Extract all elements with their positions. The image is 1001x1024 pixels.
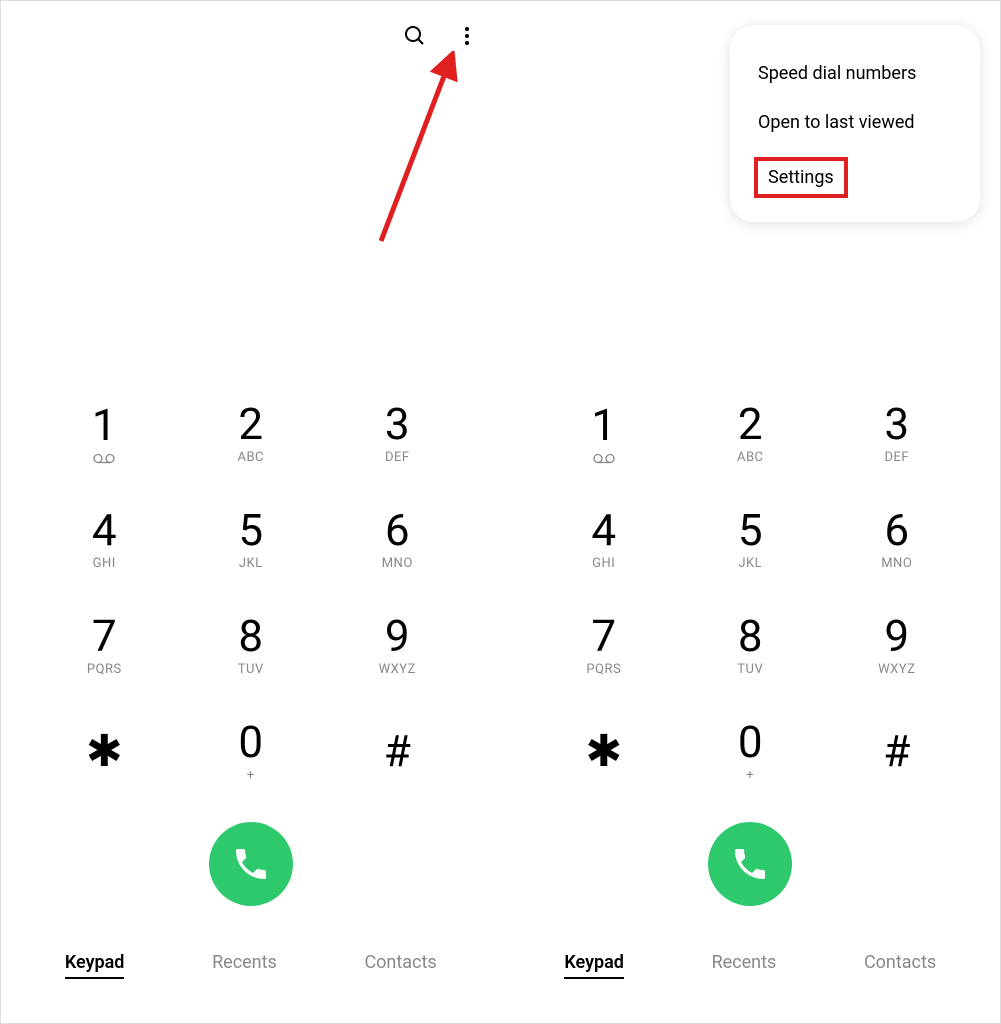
- key-letters: GHI: [93, 556, 116, 571]
- key-letters: JKL: [738, 556, 762, 571]
- key-digit: 2: [238, 402, 263, 446]
- key-0[interactable]: 0 +: [178, 710, 325, 792]
- key-letters: ABC: [737, 450, 764, 465]
- key-9[interactable]: 9 WXYZ: [324, 604, 471, 686]
- key-digit: 8: [738, 614, 763, 658]
- key-letters: MNO: [881, 556, 912, 571]
- key-digit: ✱: [585, 729, 622, 773]
- key-letters: +: [746, 768, 754, 783]
- highlight-annotation: Settings: [754, 157, 848, 198]
- key-digit: 9: [884, 614, 909, 658]
- key-digit: 9: [385, 614, 410, 658]
- key-0[interactable]: 0 +: [677, 710, 824, 792]
- key-digit: 0: [238, 720, 263, 764]
- key-letters: ABC: [237, 450, 264, 465]
- key-letters: +: [247, 768, 255, 783]
- key-4[interactable]: 4 GHI: [31, 498, 178, 580]
- nav-recents[interactable]: Recents: [712, 952, 777, 979]
- menu-speed-dial[interactable]: Speed dial numbers: [730, 49, 980, 98]
- bottom-nav: Keypad Recents Contacts: [501, 936, 1001, 1003]
- key-digit: #: [384, 729, 411, 773]
- key-digit: 7: [591, 614, 616, 658]
- key-7[interactable]: 7 PQRS: [531, 604, 678, 686]
- call-button[interactable]: [708, 822, 792, 906]
- key-letters: DEF: [385, 450, 410, 465]
- more-vertical-icon: [455, 24, 479, 48]
- overflow-menu: Speed dial numbers Open to last viewed S…: [730, 25, 980, 222]
- key-letters: PQRS: [87, 662, 122, 677]
- key-digit: 3: [884, 402, 909, 446]
- key-letters: TUV: [238, 662, 264, 677]
- key-1[interactable]: 1: [31, 392, 178, 474]
- key-digit: 5: [738, 508, 763, 552]
- content-area: 1 2 ABC 3 DEF 4 GHI 5 JKL: [1, 71, 501, 1023]
- key-4[interactable]: 4 GHI: [531, 498, 678, 580]
- dialer-keypad: 1 2 ABC 3 DEF 4 GHI 5 JKL: [1, 392, 501, 792]
- key-digit: 3: [385, 402, 410, 446]
- key-digit: 7: [92, 614, 117, 658]
- key-2[interactable]: 2 ABC: [677, 392, 824, 474]
- key-8[interactable]: 8 TUV: [677, 604, 824, 686]
- key-1[interactable]: 1: [531, 392, 678, 474]
- key-3[interactable]: 3 DEF: [324, 392, 471, 474]
- key-2[interactable]: 2 ABC: [178, 392, 325, 474]
- key-letters: MNO: [382, 556, 413, 571]
- key-hash[interactable]: #: [324, 710, 471, 792]
- voicemail-icon: [93, 453, 115, 464]
- key-letters: TUV: [737, 662, 763, 677]
- phone-screen-left: 1 2 ABC 3 DEF 4 GHI 5 JKL: [1, 1, 501, 1023]
- key-letters: GHI: [592, 556, 615, 571]
- nav-contacts[interactable]: Contacts: [364, 952, 436, 979]
- key-digit: 5: [238, 508, 263, 552]
- key-letters: JKL: [239, 556, 263, 571]
- key-digit: 2: [738, 402, 763, 446]
- key-star[interactable]: ✱: [31, 710, 178, 792]
- key-6[interactable]: 6 MNO: [324, 498, 471, 580]
- key-letters: DEF: [884, 450, 909, 465]
- nav-keypad[interactable]: Keypad: [65, 952, 125, 979]
- bottom-nav: Keypad Recents Contacts: [1, 936, 501, 1003]
- more-options-button[interactable]: [453, 22, 481, 50]
- key-digit: 8: [238, 614, 263, 658]
- key-digit: ✱: [86, 729, 123, 773]
- key-letters: WXYZ: [379, 662, 416, 677]
- nav-keypad[interactable]: Keypad: [564, 952, 624, 979]
- menu-open-last-viewed[interactable]: Open to last viewed: [730, 98, 980, 147]
- phone-icon: [231, 844, 271, 884]
- key-3[interactable]: 3 DEF: [824, 392, 971, 474]
- key-letters: WXYZ: [878, 662, 915, 677]
- key-5[interactable]: 5 JKL: [178, 498, 325, 580]
- search-icon: [403, 24, 427, 48]
- key-letters: PQRS: [586, 662, 621, 677]
- key-9[interactable]: 9 WXYZ: [824, 604, 971, 686]
- search-button[interactable]: [401, 22, 429, 50]
- key-6[interactable]: 6 MNO: [824, 498, 971, 580]
- call-button[interactable]: [209, 822, 293, 906]
- key-digit: 1: [591, 403, 616, 447]
- call-button-wrap: [501, 822, 1001, 906]
- key-star[interactable]: ✱: [531, 710, 678, 792]
- key-5[interactable]: 5 JKL: [677, 498, 824, 580]
- phone-screen-right: Speed dial numbers Open to last viewed S…: [501, 1, 1001, 1023]
- nav-contacts[interactable]: Contacts: [864, 952, 936, 979]
- key-digit: 0: [738, 720, 763, 764]
- dialer-keypad: 1 2 ABC 3 DEF 4 GHI 5 JKL: [501, 392, 1001, 792]
- call-button-wrap: [1, 822, 501, 906]
- menu-settings[interactable]: Settings: [768, 167, 834, 188]
- key-7[interactable]: 7 PQRS: [31, 604, 178, 686]
- voicemail-icon: [593, 453, 615, 464]
- nav-recents[interactable]: Recents: [212, 952, 277, 979]
- key-digit: 6: [385, 508, 410, 552]
- key-hash[interactable]: #: [824, 710, 971, 792]
- phone-icon: [730, 844, 770, 884]
- key-digit: 1: [92, 403, 117, 447]
- key-digit: 6: [884, 508, 909, 552]
- key-digit: 4: [92, 508, 117, 552]
- key-digit: 4: [591, 508, 616, 552]
- key-8[interactable]: 8 TUV: [178, 604, 325, 686]
- top-bar: [1, 1, 501, 71]
- key-digit: #: [883, 729, 910, 773]
